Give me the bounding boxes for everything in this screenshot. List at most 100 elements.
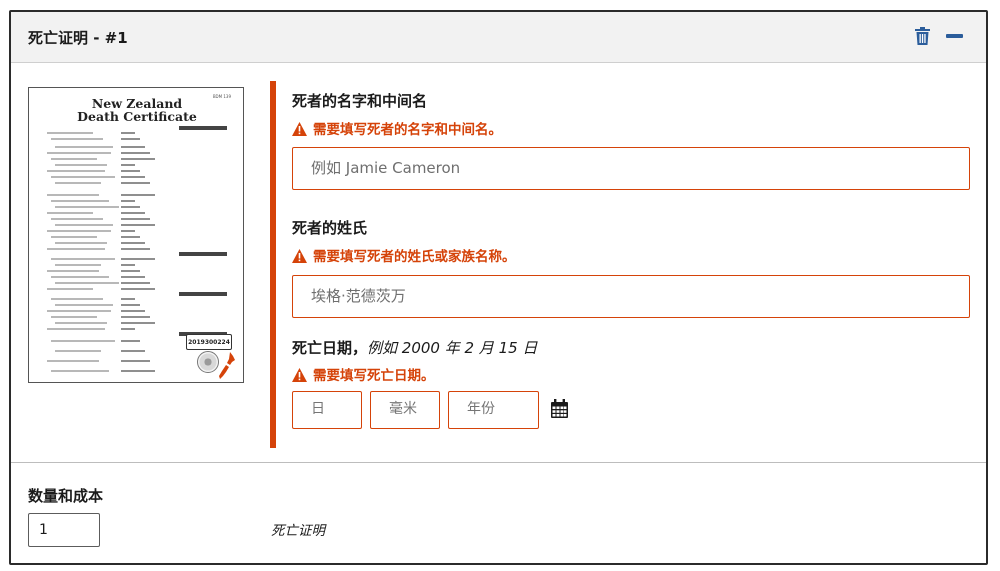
minus-icon[interactable] [946,34,963,38]
certificate-text-line [121,176,145,178]
month-input[interactable]: 毫米 [370,391,440,429]
certificate-text-line [121,206,140,208]
date-of-death-label-text: 死亡日期， [292,339,368,357]
certificate-text-line [121,322,155,324]
nz-map-icon [219,352,235,379]
certificate-text-line [121,170,140,172]
surname-error-text: 需要填写死者的姓氏或家族名称。 [313,249,516,265]
certificate-text-line [55,350,101,352]
month-placeholder: 毫米 [389,401,417,417]
certificate-text-line [47,328,105,330]
certificate-text-line [121,298,135,300]
first-names-label: 死者的名字和中间名 [292,92,428,110]
certificate-text-line [51,298,103,300]
certificate-text-line [121,224,155,226]
certificate-text-line [55,304,113,306]
certificate-text-line [51,218,103,220]
day-input[interactable]: 日 [292,391,362,429]
date-of-death-hint: 例如 2000 年 2 月 15 日 [367,339,538,357]
quantity-title: 数量和成本 [28,487,104,505]
certificate-text-line [51,158,97,160]
certificate-text-line [121,328,135,330]
certificate-text-line [55,146,113,148]
trash-icon[interactable] [915,27,930,49]
certificate-text-line [51,176,115,178]
certificate-text-line [51,200,109,202]
certificate-text-line [47,132,93,134]
certificate-text-line [121,264,135,266]
certificate-text-line [121,132,135,134]
certificate-text-line [121,288,155,290]
surname-error: 需要填写死者的姓氏或家族名称。 [292,245,516,265]
certificate-text-line [121,370,155,372]
warning-icon [292,122,307,136]
date-of-death-error: 需要填写死亡日期。 [292,364,435,384]
certificate-text-line [47,170,105,172]
certificate-text-line [55,322,107,324]
panel-header: 死亡证明 - #1 [11,12,986,63]
certificate-text-line [51,316,97,318]
surname-placeholder: 埃格·范德茨万 [311,287,406,305]
certificate-text-line [47,212,93,214]
certificate-text-line [121,360,150,362]
registration-number: 2019300224 [188,339,230,346]
certificate-text-line [121,200,135,202]
date-of-death-error-text: 需要填写死亡日期。 [313,368,435,384]
certificate-text-line [121,230,135,232]
certificate-text-line [121,276,145,278]
certificate-text-line [121,236,140,238]
certificate-text-line [121,212,145,214]
certificate-text-line [121,316,150,318]
year-input[interactable]: 年份 [448,391,539,429]
seal-icon [197,351,219,373]
certificate-text-line [51,276,109,278]
certificate-text-line [55,282,119,284]
warning-icon [292,249,307,263]
day-placeholder: 日 [311,401,325,417]
certificate-text-line [121,194,155,196]
certificate-text-line [47,270,99,272]
certificate-text-line [51,340,115,342]
panel-title: 死亡证明 - #1 [28,29,128,47]
calendar-icon[interactable] [551,399,568,418]
certificate-text-line [47,230,111,232]
certificate-text-line [121,340,140,342]
certificate-text-line [121,248,150,250]
certificate-heading: New Zealand Death Certificate [29,97,243,124]
certificate-text-line [51,236,97,238]
death-certificate-panel: 死亡证明 - #1 BDM 139 New Zealand Death Cert… [9,10,988,565]
certificate-section-bar [179,252,227,256]
first-names-placeholder: 例如 Jamie Cameron [311,159,461,177]
warning-icon [292,368,307,382]
certificate-text-line [121,310,145,312]
registration-box: 2019300224 [186,334,232,350]
certificate-text-line [121,282,150,284]
certificate-title-line2: Death Certificate [77,109,197,124]
certificate-text-line [121,350,145,352]
certificate-text-line [121,270,140,272]
certificate-text-line [47,152,111,154]
certificate-text-line [121,138,140,140]
first-names-input[interactable]: 例如 Jamie Cameron [292,147,970,190]
certificate-text-line [121,218,150,220]
certificate-text-line [51,258,115,260]
section-divider [11,462,986,463]
certificate-text-line [47,310,111,312]
certificate-text-line [47,360,99,362]
certificate-text-line [121,304,140,306]
surname-input[interactable]: 埃格·范德茨万 [292,275,970,318]
certificate-text-line [47,248,105,250]
certificate-text-line [55,206,119,208]
error-indicator-bar [270,81,276,448]
certificate-text-line [121,242,145,244]
certificate-text-line [47,194,99,196]
certificate-text-line [51,370,109,372]
certificate-thumbnail: BDM 139 New Zealand Death Certificate 20… [28,87,244,383]
certificate-text-line [121,258,155,260]
quantity-item-label: 死亡证明 [271,523,325,539]
certificate-text-line [121,164,135,166]
certificate-text-line [121,152,150,154]
quantity-input[interactable]: 1 [28,513,100,547]
year-placeholder: 年份 [467,401,495,417]
date-of-death-label: 死亡日期，例如 2000 年 2 月 15 日 [292,337,537,358]
